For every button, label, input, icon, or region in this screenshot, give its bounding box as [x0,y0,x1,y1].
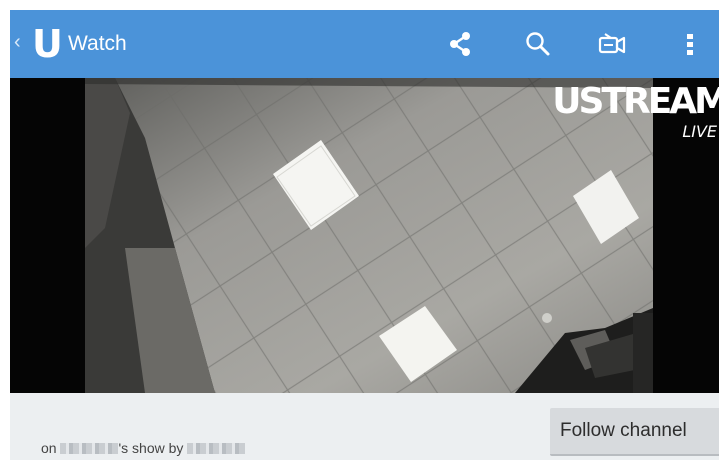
broadcast-camera-icon[interactable] [594,26,630,62]
video-player[interactable]: USTREAM LIVE [10,78,719,393]
up-caret-icon[interactable]: ‹ [14,32,21,52]
screen-title: Watch [68,32,127,55]
app-logo[interactable]: U [32,24,63,64]
search-icon[interactable] [520,26,556,62]
follow-channel-button[interactable]: Follow channel [550,408,719,456]
show-byline: on 's show by [41,440,246,456]
byline-prefix: on [41,440,61,456]
action-bar: ‹ U Watch [10,10,719,78]
share-icon[interactable] [442,26,478,62]
byline-middle: 's show by [118,440,188,456]
overflow-menu-icon[interactable] [672,26,708,62]
channel-info-bar: Follow channel on 's show by [10,393,719,460]
ustream-live-watermark: USTREAM LIVE [552,81,719,142]
redacted-user-name [187,443,246,454]
redacted-channel-name [60,443,119,454]
live-label: LIVE [682,122,717,141]
brand-wordmark: USTREAM [552,81,719,122]
app-screen: ‹ U Watch USTREAM LIVE Follow channel on… [10,10,719,460]
